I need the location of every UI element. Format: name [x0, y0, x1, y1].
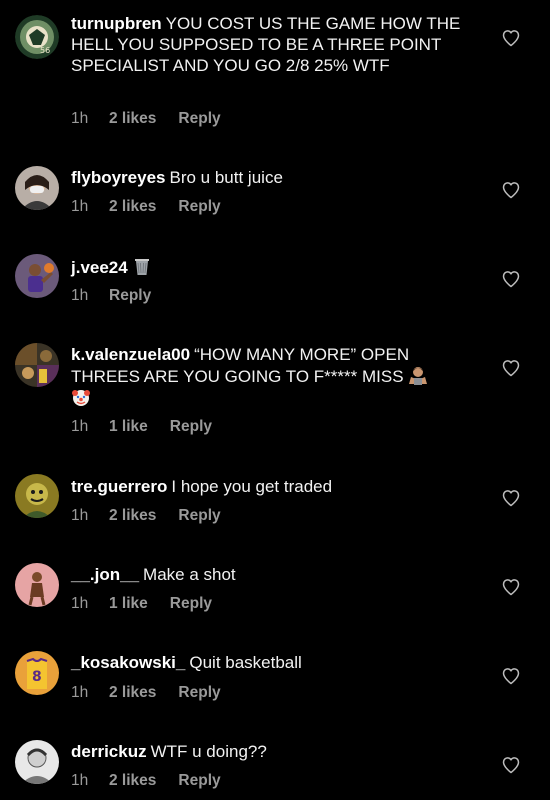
jersey-avatar[interactable]: 8 — [15, 651, 59, 695]
comment-text: k.valenzuela00 “HOW MANY MORE” OPEN THREE… — [71, 344, 481, 409]
comment-time: 1h — [71, 684, 89, 701]
comment-username[interactable]: j.vee24 — [71, 258, 128, 277]
comment-username[interactable]: tre.guerrero — [71, 477, 167, 496]
reply-button[interactable]: Reply — [178, 198, 220, 216]
reply-button[interactable]: Reply — [109, 287, 151, 305]
heart-icon[interactable] — [501, 755, 521, 775]
comment-likes[interactable]: 1 like — [109, 418, 148, 436]
comment-username[interactable]: flyboyreyes — [71, 168, 166, 187]
comment-likes[interactable]: 2 likes — [109, 110, 156, 128]
person-shrugging-icon — [408, 365, 428, 385]
comment-time: 1h — [71, 198, 89, 215]
comment-meta: 1h 1 like Reply — [71, 595, 212, 613]
comment-meta: 1h 2 likes Reply — [71, 507, 221, 525]
svg-text:8: 8 — [32, 669, 42, 685]
comment-username[interactable]: derrickuz — [71, 742, 147, 761]
comment-likes[interactable]: 2 likes — [109, 684, 156, 702]
comment-time: 1h — [71, 110, 89, 127]
comment-username[interactable]: turnupbren — [71, 14, 162, 33]
comment-time: 1h — [71, 507, 89, 524]
figure-avatar[interactable] — [15, 563, 59, 607]
reply-button[interactable]: Reply — [178, 772, 220, 790]
reply-button[interactable]: Reply — [170, 595, 212, 613]
comment-text: _kosakowski_ Quit basketball — [71, 652, 481, 673]
comment-text: flyboyreyes Bro u butt juice — [71, 167, 481, 188]
comment-meta: 1h 2 likes Reply — [71, 684, 221, 702]
heart-icon[interactable] — [501, 577, 521, 597]
comment-meta: 1h 2 likes Reply — [71, 772, 221, 790]
comment-text: tre.guerrero I hope you get traded — [71, 476, 481, 497]
comment-body: Make a shot — [143, 565, 236, 584]
comment-text: __.jon__ Make a shot — [71, 564, 481, 585]
cartoon-avatar[interactable] — [15, 474, 59, 518]
person-avatar[interactable] — [15, 166, 59, 210]
portrait-avatar[interactable] — [15, 740, 59, 784]
comment-time: 1h — [71, 418, 89, 435]
reply-button[interactable]: Reply — [178, 110, 220, 128]
heart-icon[interactable] — [501, 269, 521, 289]
reply-button[interactable]: Reply — [178, 684, 220, 702]
comment-body: I hope you get traded — [171, 477, 333, 496]
comment-body: WTF u doing?? — [150, 742, 267, 761]
reply-button[interactable]: Reply — [178, 507, 220, 525]
comment-time: 1h — [71, 287, 89, 304]
comment-text: j.vee24 — [71, 256, 481, 278]
comment-text: derrickuz WTF u doing?? — [71, 741, 481, 762]
heart-icon[interactable] — [501, 488, 521, 508]
comment-username[interactable]: __.jon__ — [71, 565, 139, 584]
comment-meta: 1h 1 like Reply — [71, 418, 212, 436]
wastebasket-icon — [132, 256, 152, 276]
heart-icon[interactable] — [501, 666, 521, 686]
comment-time: 1h — [71, 772, 89, 789]
reply-button[interactable]: Reply — [170, 418, 212, 436]
comment-time: 1h — [71, 595, 89, 612]
comment-username[interactable]: _kosakowski_ — [71, 653, 185, 672]
comment-body: Bro u butt juice — [169, 168, 283, 187]
comment-meta: 1h 2 likes Reply — [71, 110, 221, 128]
comment-text: turnupbren YOU COST US THE GAME HOW THE H… — [71, 13, 481, 76]
comment-likes[interactable]: 1 like — [109, 595, 148, 613]
heart-icon[interactable] — [501, 180, 521, 200]
bucks-logo-avatar[interactable]: 56 — [15, 15, 59, 59]
comment-meta: 1h 2 likes Reply — [71, 198, 221, 216]
collage-avatar[interactable] — [15, 343, 59, 387]
svg-text:56: 56 — [40, 46, 50, 55]
comment-username[interactable]: k.valenzuela00 — [71, 345, 190, 364]
comment-likes[interactable]: 2 likes — [109, 772, 156, 790]
heart-icon[interactable] — [501, 28, 521, 48]
clown-face-icon — [71, 387, 91, 407]
comment-likes[interactable]: 2 likes — [109, 507, 156, 525]
basketball-player-avatar[interactable] — [15, 254, 59, 298]
comment-meta: 1h Reply — [71, 287, 151, 305]
comment-body: Quit basketball — [189, 653, 302, 672]
heart-icon[interactable] — [501, 358, 521, 378]
comment-likes[interactable]: 2 likes — [109, 198, 156, 216]
